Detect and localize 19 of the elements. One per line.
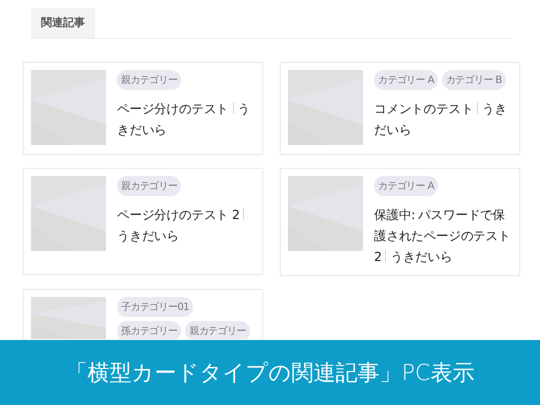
post-title[interactable]: ページ分けのテスト 2 うきだいら (117, 204, 256, 246)
category-tag[interactable]: カテゴリー A (374, 70, 438, 90)
post-title[interactable]: 保護中: パスワードで保護されたページのテスト2 うきだいら (374, 204, 513, 267)
post-card[interactable]: 親カテゴリー ページ分けのテスト 2 うきだいら (23, 168, 263, 275)
category-tag[interactable]: 親カテゴリー (117, 176, 182, 196)
post-title[interactable]: コメントのテスト うきだいら (374, 98, 513, 140)
section-heading: 関連記事 (31, 8, 95, 38)
caption-text: 「横型カードタイプの関連記事」PC表示 (66, 360, 474, 388)
category-tag[interactable]: 孫カテゴリー (117, 321, 182, 339)
post-card[interactable]: 親カテゴリー ページ分けのテスト うきだいら (23, 62, 263, 155)
category-tag[interactable]: カテゴリー B (442, 70, 506, 90)
category-tag[interactable]: 子カテゴリー01 (117, 297, 193, 317)
post-card[interactable]: カテゴリー A カテゴリー B コメントのテスト うきだいら (280, 62, 520, 155)
post-title[interactable]: ページ分けのテスト うきだいら (117, 98, 256, 140)
post-card[interactable]: 子カテゴリー01 孫カテゴリー 親カテゴリー (23, 289, 263, 339)
category-tag[interactable]: 親カテゴリー (117, 70, 182, 90)
category-tag[interactable]: カテゴリー A (374, 176, 438, 196)
category-tag[interactable]: 親カテゴリー (185, 321, 250, 339)
post-card[interactable]: カテゴリー A 保護中: パスワードで保護されたページのテスト2 うきだいら (280, 168, 520, 276)
